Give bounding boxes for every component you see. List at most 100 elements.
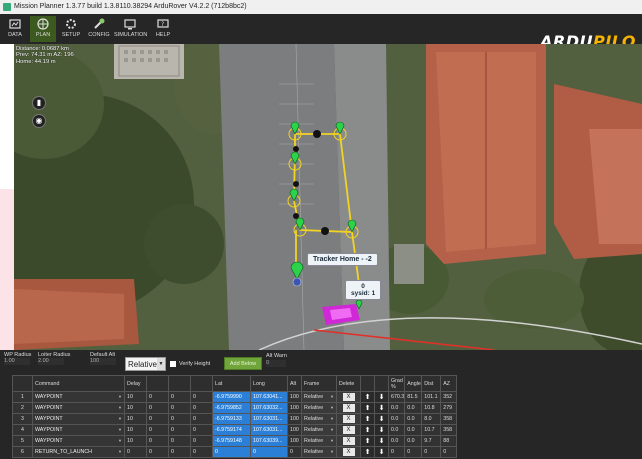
param3-cell[interactable]: 0 bbox=[168, 402, 191, 414]
long-cell[interactable]: 107.63031... bbox=[250, 424, 288, 436]
command-select[interactable]: WAYPOINT ▼ bbox=[32, 424, 125, 436]
frame-select[interactable]: Relative ▼ bbox=[301, 413, 337, 425]
lat-cell[interactable]: -6.9759133 bbox=[212, 413, 251, 425]
az-cell: 358 bbox=[440, 424, 458, 436]
param4-cell[interactable]: 0 bbox=[190, 413, 213, 425]
wp-radius-field[interactable]: 1.00 bbox=[4, 358, 30, 365]
toolbar-data-button[interactable]: DATA bbox=[2, 16, 28, 42]
satellite-map[interactable]: ▮ ◉ bbox=[14, 44, 642, 350]
move-up-button[interactable]: ⬆ bbox=[360, 424, 375, 436]
command-select[interactable]: WAYPOINT ▼ bbox=[32, 413, 125, 425]
move-up-button[interactable]: ⬆ bbox=[360, 413, 375, 425]
loiter-radius-field[interactable]: 2.00 bbox=[38, 358, 64, 365]
move-down-button[interactable]: ⬇ bbox=[374, 446, 389, 458]
alt-cell[interactable]: 100 bbox=[287, 424, 302, 436]
toolbar-plan-button[interactable]: PLAN bbox=[30, 16, 56, 42]
move-down-button[interactable]: ⬇ bbox=[374, 391, 389, 403]
param3-cell[interactable]: 0 bbox=[168, 413, 191, 425]
frame-select[interactable]: Relative ▼ bbox=[301, 435, 337, 447]
delay-cell[interactable]: 10 bbox=[124, 435, 147, 447]
long-cell[interactable]: 107.63041... bbox=[250, 391, 288, 403]
delete-button[interactable]: X bbox=[342, 393, 355, 401]
move-down-button[interactable]: ⬇ bbox=[374, 435, 389, 447]
delay-cell[interactable]: 10 bbox=[124, 413, 147, 425]
table-row[interactable]: 2 WAYPOINT ▼ 10 0 0 0 -6.9759852 107.6303… bbox=[12, 402, 458, 414]
command-select[interactable]: WAYPOINT ▼ bbox=[32, 402, 125, 414]
param3-cell[interactable]: 0 bbox=[168, 424, 191, 436]
table-row[interactable]: 4 WAYPOINT ▼ 10 0 0 0 -6.9759174 107.6303… bbox=[12, 424, 458, 436]
move-up-button[interactable]: ⬆ bbox=[360, 435, 375, 447]
param4-cell[interactable]: 0 bbox=[190, 435, 213, 447]
param3-cell[interactable]: 0 bbox=[168, 391, 191, 403]
long-cell[interactable]: 107.63039... bbox=[250, 435, 288, 447]
col-header-delay: Delay bbox=[124, 375, 147, 392]
alt-cell[interactable]: 100 bbox=[287, 391, 302, 403]
delay-cell[interactable]: 10 bbox=[124, 402, 147, 414]
alt-cell[interactable]: 0 bbox=[287, 446, 302, 458]
table-row[interactable]: 5 WAYPOINT ▼ 10 0 0 0 -6.9759148 107.6303… bbox=[12, 435, 458, 447]
delete-button[interactable]: X bbox=[342, 426, 355, 434]
param4-cell[interactable]: 0 bbox=[190, 402, 213, 414]
move-down-button[interactable]: ⬇ bbox=[374, 424, 389, 436]
move-up-button[interactable]: ⬆ bbox=[360, 402, 375, 414]
delete-button[interactable]: X bbox=[342, 404, 355, 412]
frame-select[interactable]: Relative ▼ bbox=[301, 402, 337, 414]
toolbar-help-button[interactable]: ? HELP bbox=[150, 16, 176, 42]
lat-cell[interactable]: -6.9759852 bbox=[212, 402, 251, 414]
param2-cell[interactable]: 0 bbox=[146, 446, 169, 458]
long-cell[interactable]: 0 bbox=[250, 446, 288, 458]
alt-cell[interactable]: 100 bbox=[287, 402, 302, 414]
move-down-button[interactable]: ⬇ bbox=[374, 413, 389, 425]
delete-button[interactable]: X bbox=[342, 437, 355, 445]
param2-cell[interactable]: 0 bbox=[146, 435, 169, 447]
table-row[interactable]: 1 WAYPOINT ▼ 10 0 0 0 -6.9759990 107.6304… bbox=[12, 391, 458, 403]
move-down-button[interactable]: ⬇ bbox=[374, 402, 389, 414]
chevron-down-icon: ▼ bbox=[330, 438, 334, 443]
map-zoom-control[interactable]: ▮ bbox=[32, 96, 46, 110]
lat-cell[interactable]: -6.9759174 bbox=[212, 424, 251, 436]
delete-button[interactable]: X bbox=[342, 448, 355, 456]
add-below-button[interactable]: Add Below bbox=[224, 357, 262, 370]
param4-cell[interactable]: 0 bbox=[190, 391, 213, 403]
lat-cell[interactable]: 0 bbox=[212, 446, 251, 458]
map-layer-control[interactable]: ◉ bbox=[32, 114, 46, 128]
param2-cell[interactable]: 0 bbox=[146, 402, 169, 414]
command-value: WAYPOINT bbox=[35, 405, 63, 411]
delete-button[interactable]: X bbox=[342, 415, 355, 423]
param2-cell[interactable]: 0 bbox=[146, 391, 169, 403]
table-row[interactable]: 6 RETURN_TO_LAUNCH ▼ 0 0 0 0 0 0 0 Relati… bbox=[12, 446, 458, 458]
default-alt-field[interactable]: 100 bbox=[90, 358, 116, 365]
toolbar-setup-button[interactable]: SETUP bbox=[58, 16, 84, 42]
long-cell[interactable]: 107.63032... bbox=[250, 402, 288, 414]
delay-cell[interactable]: 0 bbox=[124, 446, 147, 458]
long-cell[interactable]: 107.63031... bbox=[250, 413, 288, 425]
delay-cell[interactable]: 10 bbox=[124, 391, 147, 403]
toolbar-config-button[interactable]: CONFIG bbox=[86, 16, 112, 42]
alt-cell[interactable]: 100 bbox=[287, 435, 302, 447]
alt-warn-field[interactable]: 0 bbox=[266, 360, 286, 367]
param2-cell[interactable]: 0 bbox=[146, 413, 169, 425]
command-select[interactable]: WAYPOINT ▼ bbox=[32, 435, 125, 447]
alt-frame-select[interactable]: Relative ▼ bbox=[125, 357, 166, 371]
frame-value: Relative bbox=[304, 449, 324, 455]
move-up-button[interactable]: ⬆ bbox=[360, 446, 375, 458]
alt-cell[interactable]: 100 bbox=[287, 413, 302, 425]
command-select[interactable]: RETURN_TO_LAUNCH ▼ bbox=[32, 446, 125, 458]
col-header-down bbox=[374, 375, 389, 392]
lat-cell[interactable]: -6.9759148 bbox=[212, 435, 251, 447]
param3-cell[interactable]: 0 bbox=[168, 435, 191, 447]
param3-cell[interactable]: 0 bbox=[168, 446, 191, 458]
param4-cell[interactable]: 0 bbox=[190, 446, 213, 458]
frame-select[interactable]: Relative ▼ bbox=[301, 391, 337, 403]
param4-cell[interactable]: 0 bbox=[190, 424, 213, 436]
toolbar-simulation-button[interactable]: SIMULATION bbox=[114, 16, 147, 42]
verify-height-checkbox[interactable]: Verify Height bbox=[170, 360, 210, 368]
lat-cell[interactable]: -6.9759990 bbox=[212, 391, 251, 403]
command-select[interactable]: WAYPOINT ▼ bbox=[32, 391, 125, 403]
frame-select[interactable]: Relative ▼ bbox=[301, 446, 337, 458]
frame-select[interactable]: Relative ▼ bbox=[301, 424, 337, 436]
param2-cell[interactable]: 0 bbox=[146, 424, 169, 436]
move-up-button[interactable]: ⬆ bbox=[360, 391, 375, 403]
delay-cell[interactable]: 10 bbox=[124, 424, 147, 436]
table-row[interactable]: 3 WAYPOINT ▼ 10 0 0 0 -6.9759133 107.6303… bbox=[12, 413, 458, 425]
